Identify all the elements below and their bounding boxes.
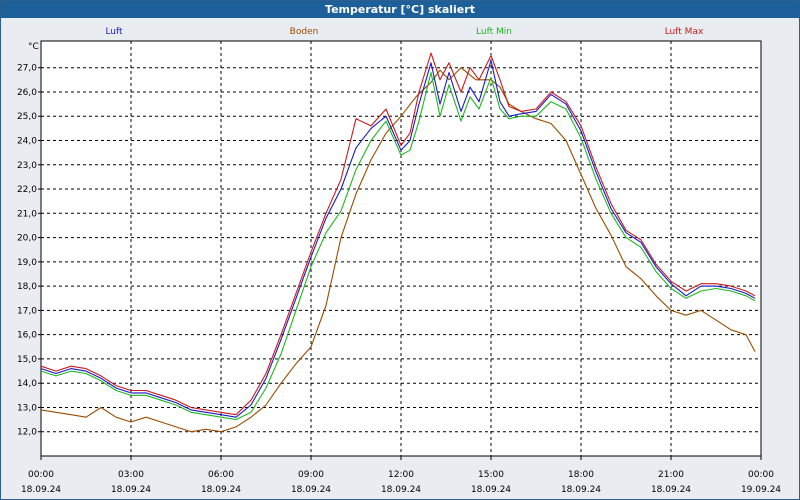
y-tick-label: 13,0 — [17, 403, 37, 413]
x-tick-date: 18.09.24 — [651, 485, 691, 495]
y-tick-label: 26,0 — [17, 88, 37, 98]
y-tick-label: 15,0 — [17, 355, 37, 365]
x-tick-date: 18.09.24 — [381, 485, 421, 495]
x-tick-time: 00:00 — [28, 470, 54, 480]
chart-window: Temperatur [°C] skaliert 12,0 13,0 14,0 15,… — [0, 0, 800, 500]
y-tick-label: 16,0 — [17, 331, 37, 341]
y-tick-label: 23,0 — [17, 161, 37, 171]
y-tick-label: 12,0 — [17, 428, 37, 438]
x-tick-date: 19.09.24 — [741, 485, 781, 495]
x-tick-date: 18.09.24 — [471, 485, 511, 495]
y-tick-label: 27,0 — [17, 64, 37, 74]
y-axis-unit: °C — [28, 42, 39, 52]
x-tick-time: 21:00 — [658, 470, 684, 480]
legend-entry-luft-max: Luft Max — [665, 27, 704, 37]
x-tick-time: 03:00 — [118, 470, 144, 480]
y-tick-label: 21,0 — [17, 209, 37, 219]
legend-entry-luft-min: Luft Min — [476, 27, 512, 37]
x-tick-date: 18.09.24 — [21, 485, 61, 495]
x-tick-date: 18.09.24 — [291, 485, 331, 495]
x-tick-time: 12:00 — [388, 470, 414, 480]
y-tick-label: 18,0 — [17, 282, 37, 292]
y-tick-label: 19,0 — [17, 258, 37, 268]
legend: Luft Boden Luft Min Luft Max — [105, 27, 704, 37]
y-tick-label: 25,0 — [17, 112, 37, 122]
y-tick-label: 22,0 — [17, 185, 37, 195]
legend-entry-luft: Luft — [105, 27, 123, 37]
temperature-chart: 12,0 13,0 14,0 15,0 16,0 17,0 18,0 19,0 20,0 21,0… — [17, 27, 781, 495]
y-tick-label: 20,0 — [17, 234, 37, 244]
legend-entry-boden: Boden — [290, 27, 319, 37]
y-tick-label: 14,0 — [17, 379, 37, 389]
x-tick-time: 00:00 — [748, 470, 774, 480]
y-tick-label: 24,0 — [17, 137, 37, 147]
x-tick-date: 18.09.24 — [201, 485, 241, 495]
x-tick-time: 15:00 — [478, 470, 504, 480]
x-tick-time: 09:00 — [298, 470, 324, 480]
x-tick-date: 18.09.24 — [561, 485, 601, 495]
x-tick-time: 06:00 — [208, 470, 234, 480]
y-tick-label: 17,0 — [17, 306, 37, 316]
x-tick-time: 18:00 — [568, 470, 594, 480]
x-tick-date: 18.09.24 — [111, 485, 151, 495]
